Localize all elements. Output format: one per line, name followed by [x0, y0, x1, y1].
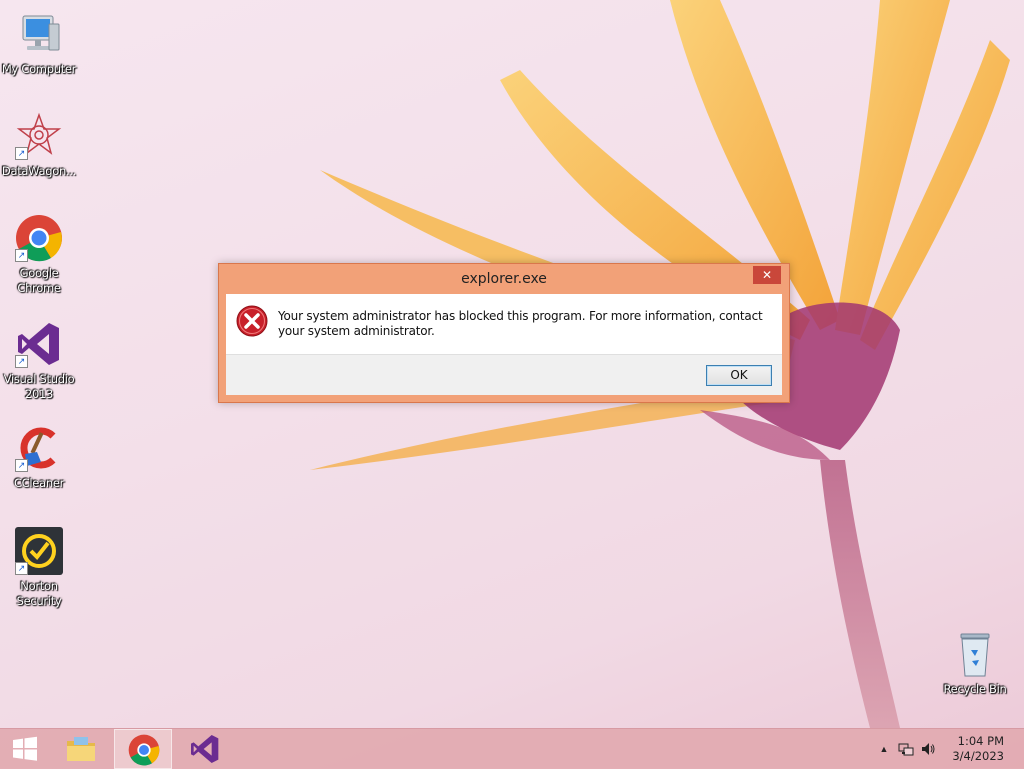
taskbar-clock[interactable]: 1:04 PM 3/4/2023	[944, 734, 1004, 764]
desktop-icon-recycle-bin[interactable]: Recycle Bin	[936, 630, 1014, 697]
norton-icon: ↗	[15, 527, 63, 575]
shortcut-arrow-icon: ↗	[15, 249, 28, 262]
shortcut-arrow-icon: ↗	[15, 562, 28, 575]
taskbar-google-chrome[interactable]	[114, 729, 172, 769]
desktop-icon-visual-studio[interactable]: ↗ Visual Studio 2013	[0, 320, 78, 402]
dialog-title: explorer.exe	[461, 271, 547, 287]
folder-icon	[67, 737, 95, 761]
desktop-icon-label: Visual Studio 2013	[3, 372, 75, 401]
network-icon[interactable]	[898, 741, 914, 757]
computer-icon	[15, 10, 63, 58]
shortcut-arrow-icon: ↗	[15, 147, 28, 160]
taskbar-visual-studio[interactable]	[176, 729, 234, 769]
error-icon	[236, 305, 268, 337]
shortcut-arrow-icon: ↗	[15, 355, 28, 368]
show-hidden-icons-button[interactable]: ▲	[876, 741, 892, 757]
ok-button[interactable]: OK	[706, 365, 772, 386]
shortcut-arrow-icon: ↗	[15, 459, 28, 472]
visual-studio-icon	[191, 735, 219, 763]
volume-icon[interactable]	[920, 741, 936, 757]
desktop-icon-my-computer[interactable]: My Computer	[0, 10, 78, 77]
desktop-icon-datawagon[interactable]: ↗ DataWagon...	[0, 112, 78, 179]
desktop-icon-ccleaner[interactable]: ↗ CCleaner	[0, 424, 78, 491]
dialog-footer: OK	[226, 354, 782, 395]
recycle-bin-icon	[951, 630, 999, 678]
windows-logo-icon	[13, 736, 37, 761]
datawagon-icon: ↗	[15, 112, 63, 160]
clock-time: 1:04 PM	[957, 734, 1004, 748]
ccleaner-icon: ↗	[15, 424, 63, 472]
chrome-icon: ↗	[15, 214, 63, 262]
desktop-icon-google-chrome[interactable]: ↗ Google Chrome	[0, 214, 78, 296]
desktop-icon-label: Recycle Bin	[943, 682, 1007, 696]
desktop-icon-label: Google Chrome	[17, 266, 61, 295]
taskbar-file-explorer[interactable]	[52, 729, 110, 769]
dialog-body: Your system administrator has blocked th…	[226, 294, 782, 354]
desktop-icon-label: Norton Security	[16, 579, 62, 608]
start-button[interactable]	[0, 729, 50, 769]
desktop-icon-label: CCleaner	[13, 476, 65, 490]
desktop-icon-label: DataWagon...	[1, 164, 77, 178]
dialog-message: Your system administrator has blocked th…	[278, 309, 763, 338]
taskbar: ▲ 1:04 PM 3/4/2023	[0, 728, 1024, 769]
desktop-icon-norton-security[interactable]: ↗ Norton Security	[0, 527, 78, 609]
clock-date: 3/4/2023	[952, 749, 1004, 763]
desktop-icon-label: My Computer	[1, 62, 77, 76]
system-tray: ▲ 1:04 PM 3/4/2023	[864, 729, 1024, 769]
error-dialog: explorer.exe ✕ Your system administrator…	[218, 263, 790, 403]
chrome-icon	[128, 734, 160, 766]
visual-studio-icon: ↗	[15, 320, 63, 368]
dialog-close-button[interactable]: ✕	[753, 266, 781, 284]
